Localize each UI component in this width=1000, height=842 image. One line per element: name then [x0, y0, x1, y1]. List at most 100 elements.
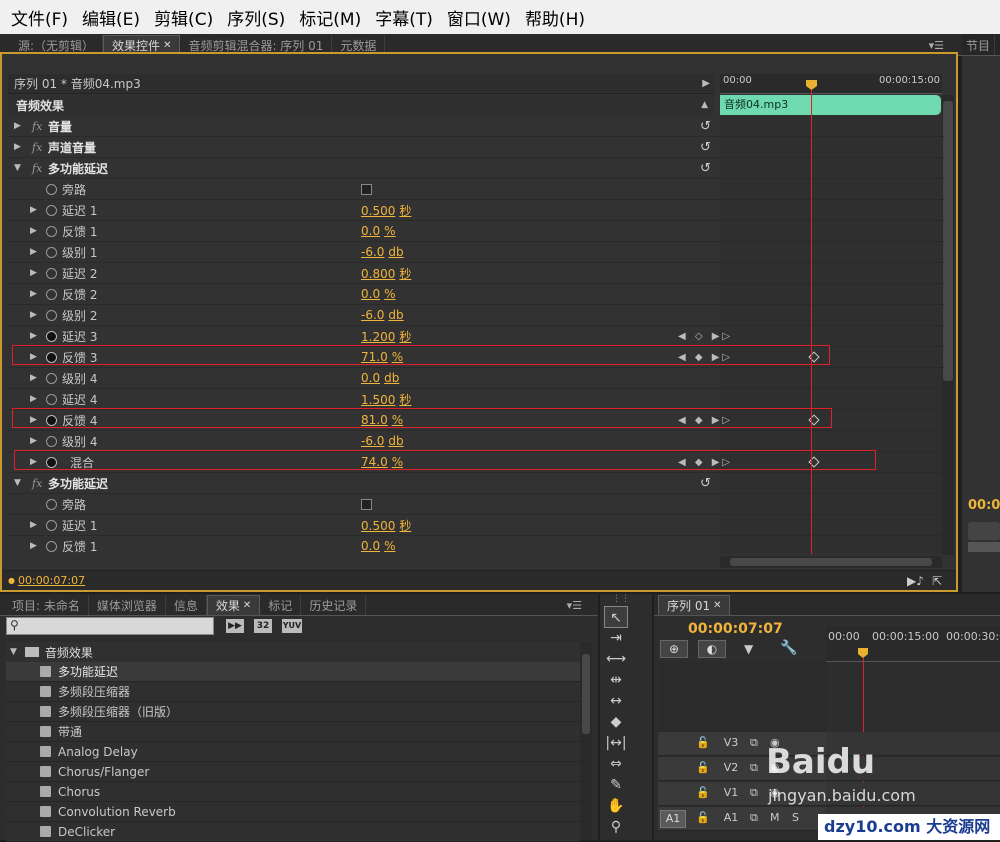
- export-icon[interactable]: ⇱: [932, 574, 942, 588]
- stopwatch-icon[interactable]: [46, 309, 57, 321]
- expand-triangle-icon[interactable]: ▶: [30, 205, 37, 215]
- stopwatch-icon[interactable]: [46, 267, 57, 279]
- param-value[interactable]: -6.0 db: [361, 308, 404, 322]
- bottom-tab-1[interactable]: 媒体浏览器: [89, 595, 166, 615]
- 32bit-effects-button[interactable]: 32: [254, 619, 272, 633]
- reset-icon[interactable]: ↺: [700, 476, 711, 491]
- track-target[interactable]: A1: [660, 810, 686, 828]
- track-lane[interactable]: [826, 732, 1000, 756]
- mute-button[interactable]: M: [770, 811, 780, 824]
- bottom-tab-5[interactable]: 历史记录: [301, 595, 367, 615]
- sync-lock-icon[interactable]: ⧉: [750, 811, 758, 825]
- param-value[interactable]: 0.800 秒: [361, 265, 411, 282]
- program-scrubber[interactable]: [968, 522, 1000, 540]
- menu-item-6[interactable]: 窗口(W): [440, 5, 518, 30]
- folder-expand-icon[interactable]: ▼: [10, 647, 17, 657]
- effect-item[interactable]: 多功能延迟: [6, 662, 580, 682]
- track-name[interactable]: V1: [720, 786, 742, 802]
- eye-icon[interactable]: ◉: [770, 786, 780, 799]
- sync-lock-icon[interactable]: ⧉: [750, 761, 758, 775]
- ripple-edit-tool-icon[interactable]: ⟷: [604, 648, 628, 670]
- yuv-effects-button[interactable]: YUV: [282, 619, 302, 633]
- effect-item[interactable]: 多频段压缩器（旧版）: [6, 702, 580, 722]
- expand-triangle-icon[interactable]: ▶: [14, 121, 21, 131]
- stopwatch-icon[interactable]: [46, 372, 57, 384]
- effect-item[interactable]: 带通: [6, 722, 580, 742]
- track-lane[interactable]: [826, 782, 1000, 806]
- ec-row-param[interactable]: ▶ 延迟 2 0.800 秒: [8, 263, 944, 284]
- expand-triangle-icon[interactable]: ▶: [30, 394, 37, 404]
- ec-row-param[interactable]: ▶ 延迟 1 0.500 秒: [8, 200, 944, 221]
- expand-triangle-icon[interactable]: ▶: [30, 310, 37, 320]
- eye-icon[interactable]: ◉: [770, 736, 780, 749]
- ec-row-param[interactable]: ▶ 反馈 1 0.0%: [8, 536, 944, 554]
- stopwatch-icon[interactable]: [46, 225, 57, 237]
- menu-item-7[interactable]: 帮助(H): [518, 5, 592, 30]
- sync-lock-icon[interactable]: ⧉: [750, 786, 758, 800]
- reset-icon[interactable]: ↺: [700, 161, 711, 176]
- close-icon[interactable]: ✕: [713, 600, 721, 611]
- add-marker-icon[interactable]: ▼: [744, 642, 753, 656]
- snap-icon[interactable]: ⊕: [660, 640, 688, 658]
- effects-search-input[interactable]: ⚲: [6, 617, 214, 635]
- ec-row-param[interactable]: ▶ 级别 4 -6.0 db: [8, 431, 944, 452]
- expand-triangle-icon[interactable]: ▶: [30, 226, 37, 236]
- hand-tool-icon[interactable]: ✋: [604, 795, 628, 817]
- track-select-tool-icon[interactable]: ⇥: [604, 627, 628, 649]
- ec-row-param[interactable]: ▶ 级别 2 -6.0 db: [8, 305, 944, 326]
- close-icon[interactable]: ✕: [243, 600, 251, 611]
- stopwatch-icon[interactable]: [46, 435, 57, 447]
- track-name[interactable]: A1: [720, 811, 742, 827]
- reset-icon[interactable]: ↺: [700, 140, 711, 155]
- slip-tool-icon[interactable]: |↔|: [604, 732, 628, 754]
- expand-triangle-icon[interactable]: ▶: [30, 289, 37, 299]
- audio-solo-icon[interactable]: ▶♪: [907, 574, 924, 588]
- selection-tool-icon[interactable]: ↖: [604, 606, 628, 628]
- linked-selection-icon[interactable]: ◐: [698, 640, 726, 658]
- expand-triangle-icon[interactable]: ▶: [30, 268, 37, 278]
- menu-item-2[interactable]: 剪辑(C): [147, 5, 220, 30]
- ec-row-effect[interactable]: ▶ fx 声道音量 ↺: [8, 137, 944, 158]
- sequence-timecode[interactable]: 00:00:07:07: [688, 621, 783, 637]
- menu-item-0[interactable]: 文件(F): [4, 5, 75, 30]
- param-value[interactable]: 0.500 秒: [361, 517, 411, 534]
- menu-item-4[interactable]: 标记(M): [292, 5, 368, 30]
- stopwatch-icon[interactable]: [46, 393, 57, 405]
- stopwatch-icon[interactable]: [46, 519, 57, 531]
- effect-item[interactable]: Convolution Reverb: [6, 802, 580, 822]
- horizontal-scrollbar[interactable]: [720, 556, 942, 568]
- razor-tool-icon[interactable]: ◆: [604, 711, 628, 733]
- effects-panel-menu-icon[interactable]: ▾☰: [567, 599, 598, 615]
- rate-stretch-tool-icon[interactable]: ↔: [604, 690, 628, 712]
- stopwatch-icon[interactable]: [46, 204, 57, 216]
- effect-item[interactable]: DeClicker: [6, 822, 580, 842]
- eye-icon[interactable]: ◉: [770, 761, 780, 774]
- expand-triangle-icon[interactable]: ▼: [14, 478, 21, 488]
- track-name[interactable]: V2: [720, 761, 742, 777]
- ec-row-param[interactable]: ▶ 延迟 1 0.500 秒: [8, 515, 944, 536]
- ec-row-effect[interactable]: ▶ fx 音量 ↺: [8, 116, 944, 137]
- ec-row-param[interactable]: ▶ 级别 4 0.0 db: [8, 368, 944, 389]
- stopwatch-icon[interactable]: [46, 330, 57, 342]
- param-value[interactable]: 0.500 秒: [361, 202, 411, 219]
- effects-folder[interactable]: ▼ 音频效果: [6, 642, 580, 662]
- expand-triangle-icon[interactable]: ▶: [30, 331, 37, 341]
- tab-program[interactable]: 节目: [962, 35, 996, 55]
- expand-triangle-icon[interactable]: ▼: [14, 163, 21, 173]
- bottom-tab-0[interactable]: 项目: 未命名: [4, 595, 89, 615]
- program-scroll[interactable]: [968, 542, 1000, 552]
- effect-item[interactable]: Analog Delay: [6, 742, 580, 762]
- menu-item-1[interactable]: 编辑(E): [75, 5, 147, 30]
- sequence-ruler[interactable]: 00:00 00:00:15:00 00:00:30:0: [826, 626, 1000, 662]
- menu-item-5[interactable]: 字幕(T): [368, 5, 440, 30]
- solo-button[interactable]: S: [792, 811, 799, 824]
- bottom-tab-3[interactable]: 效果 ✕: [206, 595, 261, 615]
- menu-item-3[interactable]: 序列(S): [220, 5, 292, 30]
- zoom-tool-icon[interactable]: ⚲: [604, 816, 628, 838]
- lock-icon[interactable]: 🔓: [696, 786, 710, 799]
- bottom-tab-2[interactable]: 信息: [166, 595, 207, 615]
- bottom-tab-4[interactable]: 标记: [260, 595, 302, 615]
- rolling-edit-tool-icon[interactable]: ⇹: [604, 669, 628, 691]
- tab-sequence[interactable]: 序列 01 ✕: [658, 595, 731, 615]
- param-value[interactable]: 1.200 秒: [361, 328, 411, 345]
